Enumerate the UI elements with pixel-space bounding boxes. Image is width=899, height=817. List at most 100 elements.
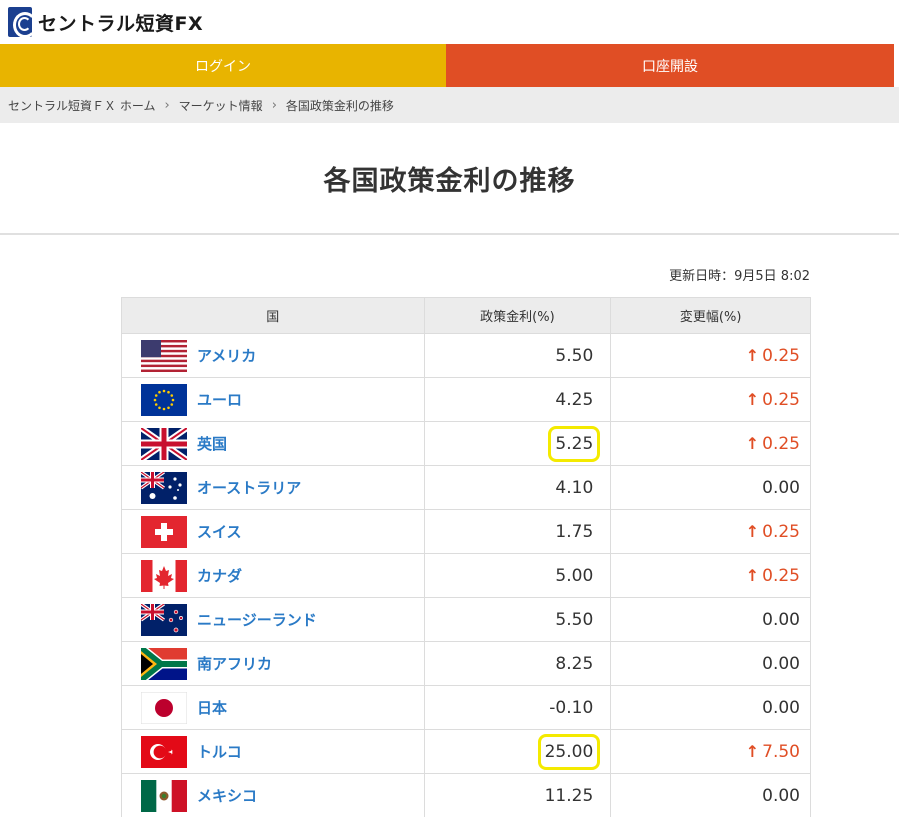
rate-value: 4.25 (555, 389, 594, 410)
login-button[interactable]: ログイン (0, 44, 446, 87)
breadcrumb-home-link[interactable]: セントラル短資ＦＸ ホーム (8, 97, 155, 114)
rate-value: -0.10 (549, 697, 594, 718)
eu-flag-icon (141, 383, 187, 416)
country-link[interactable]: 英国 (197, 433, 227, 454)
header-policy-rate: 政策金利(%) (423, 297, 612, 334)
country-label: 南アフリカ (138, 643, 424, 684)
table-header-row: 国 政策金利(%) 変更幅(%) (121, 297, 811, 334)
policy-rate-cell: 5.50 (423, 333, 612, 378)
country-label: アメリカ (141, 339, 424, 372)
country-link[interactable]: ニュージーランド (197, 609, 317, 630)
change-value: 0.25 (762, 345, 800, 366)
table-row: カナダ 5.00 ↑ 0.25 (121, 553, 811, 598)
change-value: 0.25 (762, 521, 800, 542)
country-link[interactable]: オーストラリア (197, 477, 301, 498)
table-row: メキシコ 11.25 0.00 (121, 773, 811, 817)
arrow-up-icon: ↑ (745, 521, 760, 541)
table-row: アメリカ 5.50 ↑ 0.25 (121, 333, 811, 378)
arrow-up-icon: ↑ (745, 565, 760, 585)
country-cell: 英国 (121, 421, 425, 466)
country-link[interactable]: カナダ (197, 565, 242, 586)
uk-flag-icon (139, 425, 189, 462)
logo-icon (8, 7, 32, 37)
country-label: トルコ (141, 735, 424, 768)
jp-flag-icon (140, 691, 188, 724)
policy-rate-cell: 1.75 (423, 509, 612, 554)
country-label: ニュージーランド (140, 602, 424, 636)
change-cell: 0.00 (610, 465, 811, 510)
country-link[interactable]: メキシコ (197, 785, 257, 806)
country-cell: スイス (121, 509, 425, 554)
change-cell: ↑ 0.25 (610, 509, 811, 554)
policy-rate-table: 国 政策金利(%) 変更幅(%) アメリカ 5.50 ↑ 0.25 ユーロ 4.25 ↑ 0.… (121, 297, 811, 817)
country-cell: カナダ (121, 553, 425, 598)
nz-flag-icon (140, 602, 187, 636)
country-link[interactable]: トルコ (197, 741, 242, 762)
change-value: 0.00 (762, 697, 800, 718)
change-value: 0.00 (762, 653, 800, 674)
change-value: 0.25 (762, 433, 800, 454)
arrow-up-icon: ↑ (745, 345, 760, 365)
table-row: ニュージーランド 5.50 0.00 (121, 597, 811, 642)
site-header: セントラル短資FX (0, 0, 899, 44)
country-link[interactable]: アメリカ (197, 345, 256, 366)
change-cell: 0.00 (610, 641, 811, 686)
country-cell: ユーロ (121, 377, 425, 422)
country-label: メキシコ (141, 779, 424, 812)
header-change: 変更幅(%) (610, 297, 811, 334)
us-flag-icon (141, 339, 187, 372)
rate-value: 1.75 (555, 521, 594, 542)
rate-value: 4.10 (555, 477, 594, 498)
chevron-right-icon: › (164, 97, 170, 113)
rate-value: 5.00 (555, 565, 594, 586)
change-cell: 0.00 (610, 773, 811, 817)
change-value: 0.25 (762, 565, 800, 586)
table-row: ユーロ 4.25 ↑ 0.25 (121, 377, 811, 422)
change-value: 0.00 (762, 477, 800, 498)
country-label: カナダ (141, 559, 424, 592)
table-row: オーストラリア 4.10 0.00 (121, 465, 811, 510)
za-flag-icon (138, 643, 187, 684)
country-link[interactable]: ユーロ (197, 389, 242, 410)
rate-value: 8.25 (555, 653, 594, 674)
page-title: 各国政策金利の推移 (323, 165, 576, 197)
change-cell: ↑ 0.25 (610, 333, 811, 378)
brand-logo[interactable]: セントラル短資FX (8, 7, 203, 37)
country-label: オーストラリア (140, 470, 424, 504)
change-cell: ↑ 0.25 (610, 377, 811, 422)
updated-timestamp: 更新日時：9月5日 8:02 (669, 269, 810, 284)
arrow-up-icon: ↑ (745, 741, 760, 761)
ch-flag-icon (141, 515, 187, 548)
change-cell: ↑ 0.25 (610, 553, 811, 598)
change-value: 7.50 (762, 741, 800, 762)
open-account-button[interactable]: 口座開設 (446, 44, 894, 87)
policy-rate-cell: 5.25 (423, 421, 612, 466)
auth-bar: ログイン 口座開設 (0, 44, 894, 87)
country-link[interactable]: 南アフリカ (197, 653, 272, 674)
change-value: 0.25 (762, 389, 800, 410)
country-link[interactable]: 日本 (197, 697, 227, 718)
mx-flag-icon (141, 779, 187, 812)
country-label: 日本 (140, 691, 424, 724)
policy-rate-cell: -0.10 (423, 685, 612, 730)
logo-text: セントラル短資FX (38, 12, 204, 35)
au-flag-icon (140, 470, 187, 504)
country-label: 英国 (139, 425, 424, 462)
country-cell: アメリカ (121, 333, 425, 378)
table-row: 南アフリカ 8.25 0.00 (121, 641, 811, 686)
policy-rate-cell: 25.00 (423, 729, 612, 774)
breadcrumb: セントラル短資ＦＸ ホーム › マーケット情報 › 各国政策金利の推移 (0, 87, 899, 123)
table-row: 英国 5.25 ↑ 0.25 (121, 421, 811, 466)
change-value: 0.00 (762, 785, 800, 806)
change-cell: ↑ 7.50 (610, 729, 811, 774)
country-link[interactable]: スイス (197, 521, 242, 542)
policy-rate-cell: 11.25 (423, 773, 612, 817)
tr-flag-icon (141, 735, 187, 768)
table-row: スイス 1.75 ↑ 0.25 (121, 509, 811, 554)
chevron-right-icon: › (271, 97, 277, 113)
breadcrumb-market-link[interactable]: マーケット情報 (179, 97, 263, 114)
change-value: 0.00 (762, 609, 800, 630)
rate-value: 5.50 (555, 609, 594, 630)
change-cell: 0.00 (610, 685, 811, 730)
policy-rate-cell: 5.50 (423, 597, 612, 642)
